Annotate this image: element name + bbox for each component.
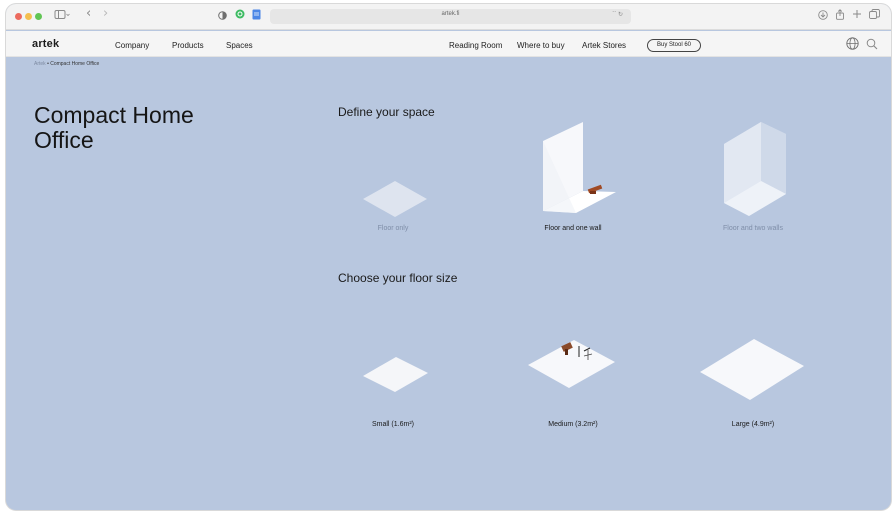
nav-spaces[interactable]: Spaces: [226, 41, 253, 50]
define-space-heading: Define your space: [338, 105, 435, 119]
close-window-button[interactable]: [15, 13, 22, 20]
nav-company[interactable]: Company: [115, 41, 149, 50]
browser-toolbar: ‹ › artek.fi `` ↻: [6, 4, 891, 30]
address-bar[interactable]: artek.fi `` ↻: [270, 9, 631, 24]
share-icon[interactable]: [835, 9, 845, 24]
nav-where-to-buy[interactable]: Where to buy: [517, 41, 565, 50]
zoom-window-button[interactable]: [35, 13, 42, 20]
breadcrumb-home[interactable]: Artek: [34, 61, 46, 67]
option-small[interactable]: Small (1.6m²): [313, 421, 473, 428]
breadcrumb-current: Compact Home Office: [50, 61, 100, 67]
floor-one-wall-illustration[interactable]: [536, 119, 626, 219]
option-floor-only[interactable]: Floor only: [313, 225, 473, 232]
tabs-icon[interactable]: [869, 9, 880, 23]
back-button[interactable]: ‹: [86, 7, 91, 21]
reader-reload-icons[interactable]: `` ↻: [612, 11, 623, 18]
breadcrumb: Artek • Compact Home Office: [34, 61, 99, 67]
floor-two-walls-illustration[interactable]: [718, 119, 798, 219]
download-icon[interactable]: [818, 10, 828, 24]
artek-logo[interactable]: artek: [32, 38, 59, 50]
extension-icon[interactable]: [235, 9, 245, 23]
minimize-window-button[interactable]: [25, 13, 32, 20]
option-floor-two-walls[interactable]: Floor and two walls: [673, 225, 833, 232]
nav-reading-room[interactable]: Reading Room: [449, 41, 502, 50]
site-header: artek Company Products Spaces Reading Ro…: [6, 31, 891, 57]
new-tab-icon[interactable]: [852, 9, 862, 23]
medium-floor-illustration[interactable]: [524, 332, 620, 394]
floor-only-illustration[interactable]: [358, 172, 438, 222]
globe-icon[interactable]: [846, 37, 859, 52]
small-floor-illustration[interactable]: [358, 347, 438, 397]
buy-stool-button[interactable]: Buy Stool 60: [647, 39, 701, 52]
option-medium[interactable]: Medium (3.2m²): [493, 421, 653, 428]
forward-button[interactable]: ›: [103, 7, 108, 21]
breadcrumb-separator: •: [47, 61, 49, 67]
nav-artek-stores[interactable]: Artek Stores: [582, 41, 626, 50]
url-text: artek.fi: [441, 11, 460, 17]
option-large[interactable]: Large (4.9m²): [673, 421, 833, 428]
page-title: Compact Home Office: [34, 102, 194, 153]
large-floor-illustration[interactable]: [696, 334, 808, 404]
document-icon[interactable]: [252, 9, 261, 24]
sidebar-icon[interactable]: [54, 9, 70, 25]
option-floor-one-wall[interactable]: Floor and one wall: [493, 225, 653, 232]
floor-size-heading: Choose your floor size: [338, 271, 458, 285]
search-icon[interactable]: [866, 38, 878, 52]
shield-icon[interactable]: [218, 10, 227, 24]
nav-products[interactable]: Products: [172, 41, 204, 50]
browser-window: ‹ › artek.fi `` ↻ artek Company Products…: [6, 4, 891, 510]
